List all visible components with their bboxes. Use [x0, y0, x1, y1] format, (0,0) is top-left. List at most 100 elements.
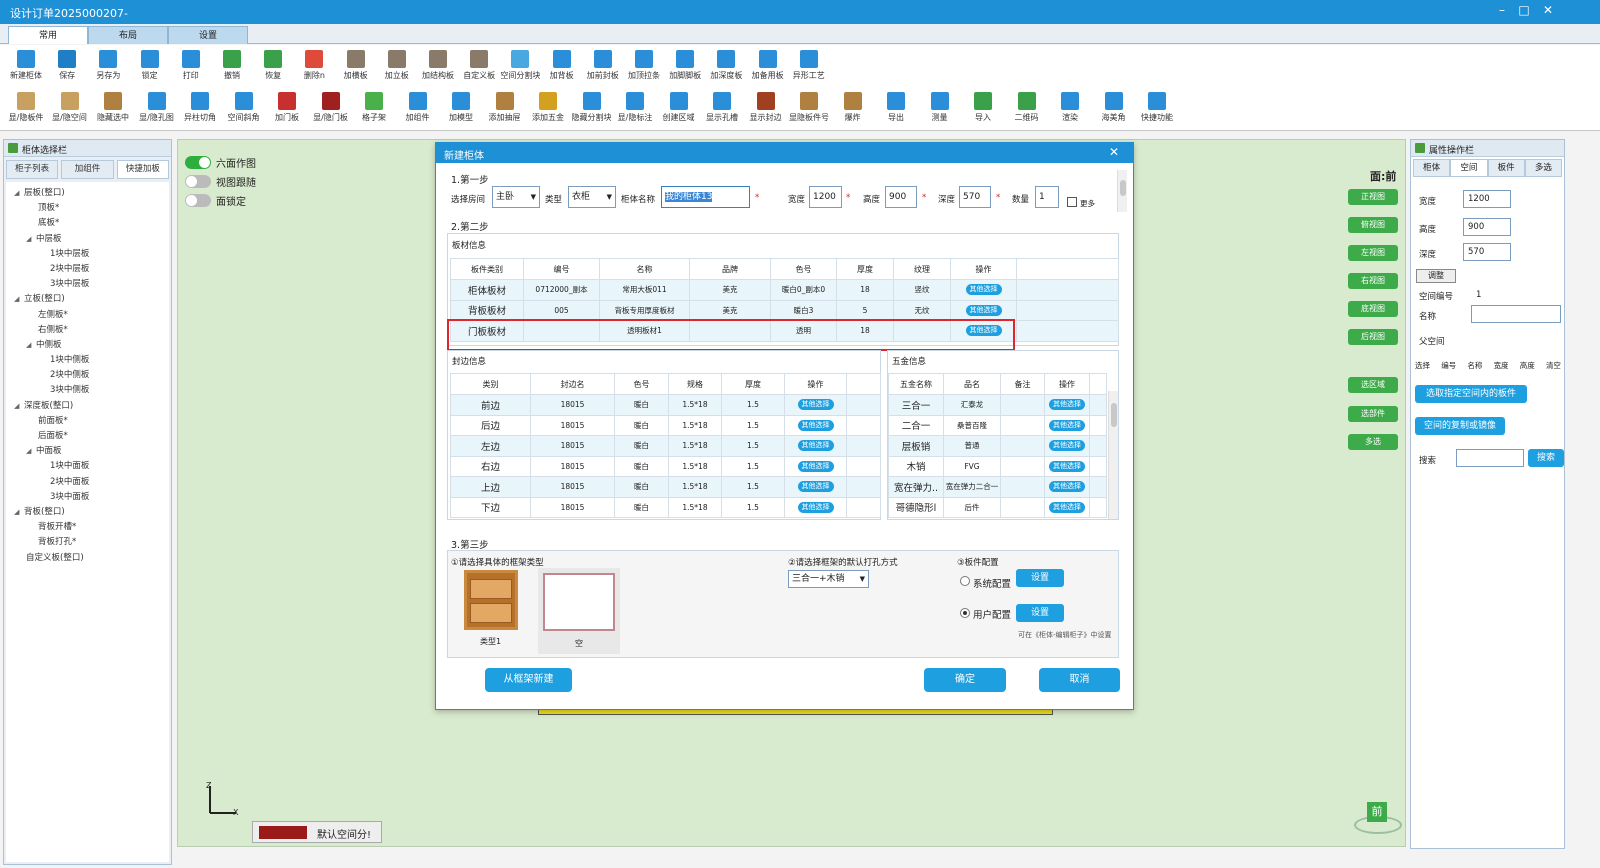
toolbar-button[interactable]: 隐藏分割块 — [572, 92, 612, 123]
expand-arrow-icon[interactable]: ◢ — [14, 186, 24, 201]
tree-node[interactable]: 2块中侧板 — [6, 368, 169, 383]
table-row[interactable]: 层板销 普通 其他选择 — [888, 435, 1107, 457]
expand-arrow-icon[interactable]: ◢ — [26, 444, 36, 459]
toolbar-button[interactable]: 显/隐标注 — [615, 92, 655, 123]
tree-node[interactable]: 自定义板(整口) — [6, 551, 169, 566]
space-depth-field[interactable]: 570 — [1463, 243, 1511, 261]
table-row[interactable]: 右边 18015 暖白 1.5*18 1.5 其他选择 — [450, 455, 881, 477]
close-button[interactable]: ✕ — [1538, 3, 1558, 17]
other-choice-button[interactable]: 其他选择 — [797, 399, 834, 411]
toolbar-button[interactable]: 显/隐门板 — [311, 92, 351, 123]
toolbar-button[interactable]: 异柱切角 — [180, 92, 220, 123]
toolbar-button[interactable]: 显示孔槽 — [702, 92, 742, 123]
table-cell[interactable]: 其他选择 — [1044, 496, 1090, 518]
toolbar-button[interactable]: 加模型 — [441, 92, 481, 123]
right-view-button[interactable]: 右视图 — [1348, 273, 1398, 289]
tree-node[interactable]: 右侧板* — [6, 323, 169, 338]
more-checkbox[interactable] — [1067, 197, 1077, 207]
toolbar-button[interactable]: 空间斜角 — [224, 92, 264, 123]
frame-type1-option[interactable]: 类型1 — [458, 568, 524, 650]
cube-face-front[interactable]: 前 — [1367, 802, 1387, 822]
table-cell[interactable]: 其他选择 — [784, 476, 847, 498]
table-cell[interactable]: 其他选择 — [784, 435, 847, 457]
ok-button[interactable]: 确定 — [924, 668, 1006, 692]
tree-node[interactable]: ◢ 层板(整口) — [6, 186, 169, 201]
bottom-view-button[interactable]: 底视图 — [1348, 301, 1398, 317]
tree-node[interactable]: 3块中侧板 — [6, 383, 169, 398]
hardware-scrollbar[interactable] — [1108, 391, 1118, 519]
tab-common[interactable]: 常用 — [8, 26, 88, 44]
toolbar-button[interactable]: 打印 — [171, 50, 211, 81]
tree-node[interactable]: 1块中面板 — [6, 459, 169, 474]
toolbar-button[interactable]: 加横板 — [336, 50, 376, 81]
tree-node[interactable]: ◢ 中面板 — [6, 444, 169, 459]
expand-arrow-icon[interactable]: ◢ — [14, 292, 24, 307]
tab-space[interactable]: 空间 — [1450, 159, 1488, 177]
toolbar-button[interactable]: 隐藏选中 — [93, 92, 133, 123]
toolbar-button[interactable]: 加门板 — [267, 92, 307, 123]
expand-arrow-icon[interactable]: ◢ — [14, 505, 24, 520]
toolbar-button[interactable]: 自定义板 — [459, 50, 499, 81]
table-row[interactable]: 前边 18015 暖白 1.5*18 1.5 其他选择 — [450, 394, 881, 416]
cabinet-name-input[interactable]: 我的柜体13 — [661, 186, 750, 208]
table-row[interactable]: 下边 18015 暖白 1.5*18 1.5 其他选择 — [450, 496, 881, 518]
tab-add-component[interactable]: 加组件 — [61, 160, 114, 179]
width-input[interactable]: 1200 — [809, 186, 842, 208]
toggle-off[interactable] — [185, 175, 211, 188]
toolbar-button[interactable]: 渲染 — [1050, 92, 1090, 123]
toolbar-button[interactable]: 显/隐孔图 — [137, 92, 177, 123]
toggle-off[interactable] — [185, 194, 211, 207]
cancel-button[interactable]: 取消 — [1039, 668, 1120, 692]
expand-arrow-icon[interactable]: ◢ — [26, 232, 36, 247]
tab-multi[interactable]: 多选 — [1524, 159, 1562, 177]
view-cube-icon[interactable]: 前 — [1354, 800, 1402, 836]
table-cell[interactable]: 其他选择 — [1044, 435, 1090, 457]
tree-node[interactable]: ◢ 立板(整口) — [6, 292, 169, 307]
step1-scrollbar[interactable] — [1117, 170, 1127, 212]
toolbar-button[interactable]: 加脚脚板 — [665, 50, 705, 81]
tree-node[interactable]: 背板开槽* — [6, 520, 169, 535]
left-view-button[interactable]: 左视图 — [1348, 245, 1398, 261]
other-choice-button[interactable]: 其他选择 — [1049, 399, 1085, 411]
table-cell[interactable]: 其他选择 — [1044, 414, 1090, 436]
system-config-radio[interactable] — [960, 576, 970, 586]
depth-input[interactable]: 570 — [959, 186, 991, 208]
tab-cabinet-list[interactable]: 柜子列表 — [6, 160, 59, 179]
table-cell[interactable]: 其他选择 — [950, 279, 1017, 301]
toolbar-button[interactable]: 显隐板件号 — [789, 92, 829, 123]
expand-arrow-icon[interactable]: ◢ — [14, 399, 24, 414]
tab-cabinet[interactable]: 柜体 — [1413, 159, 1451, 177]
toolbar-button[interactable]: 加深度板 — [706, 50, 746, 81]
select-area-button[interactable]: 选区域 — [1348, 377, 1398, 393]
toolbar-button[interactable]: 另存为 — [88, 50, 128, 81]
search-input[interactable] — [1456, 449, 1524, 467]
tree-node[interactable]: 3块中层板 — [6, 277, 169, 292]
dialog-close-button[interactable]: ✕ — [1109, 145, 1119, 159]
toolbar-button[interactable]: 加立板 — [377, 50, 417, 81]
toolbar-button[interactable]: 加备用板 — [748, 50, 788, 81]
tree-node[interactable]: 左侧板* — [6, 308, 169, 323]
table-row[interactable]: 哥德隐形l 后件 其他选择 — [888, 496, 1107, 518]
adjust-button[interactable]: 调整 — [1416, 269, 1456, 283]
tree-node[interactable]: 2块中层板 — [6, 262, 169, 277]
toolbar-button[interactable]: 撤销 — [212, 50, 252, 81]
toolbar-button[interactable]: 创建区域 — [659, 92, 699, 123]
user-config-radio[interactable] — [960, 608, 970, 618]
other-choice-button[interactable]: 其他选择 — [797, 440, 834, 452]
other-choice-button[interactable]: 其他选择 — [1049, 460, 1085, 472]
toolbar-button[interactable]: 海美角 — [1094, 92, 1134, 123]
table-row[interactable]: 二合一 桑普百隆 其他选择 — [888, 414, 1107, 436]
toolbar-button[interactable]: 格子架 — [354, 92, 394, 123]
top-view-button[interactable]: 俯视图 — [1348, 217, 1398, 233]
toolbar-button[interactable]: 空间分割块 — [500, 50, 540, 81]
table-cell[interactable]: 其他选择 — [1044, 455, 1090, 477]
tab-settings[interactable]: 设置 — [168, 26, 248, 44]
space-height-field[interactable]: 900 — [1463, 218, 1511, 236]
table-row[interactable]: 左边 18015 暖白 1.5*18 1.5 其他选择 — [450, 435, 881, 457]
toggle-on[interactable] — [185, 156, 211, 169]
other-choice-button[interactable]: 其他选择 — [797, 481, 834, 493]
multi-select-button[interactable]: 多选 — [1348, 434, 1398, 450]
create-from-frame-button[interactable]: 从框架新建 — [485, 668, 572, 692]
table-cell[interactable]: 其他选择 — [784, 394, 847, 416]
toolbar-button[interactable]: 爆炸 — [833, 92, 873, 123]
